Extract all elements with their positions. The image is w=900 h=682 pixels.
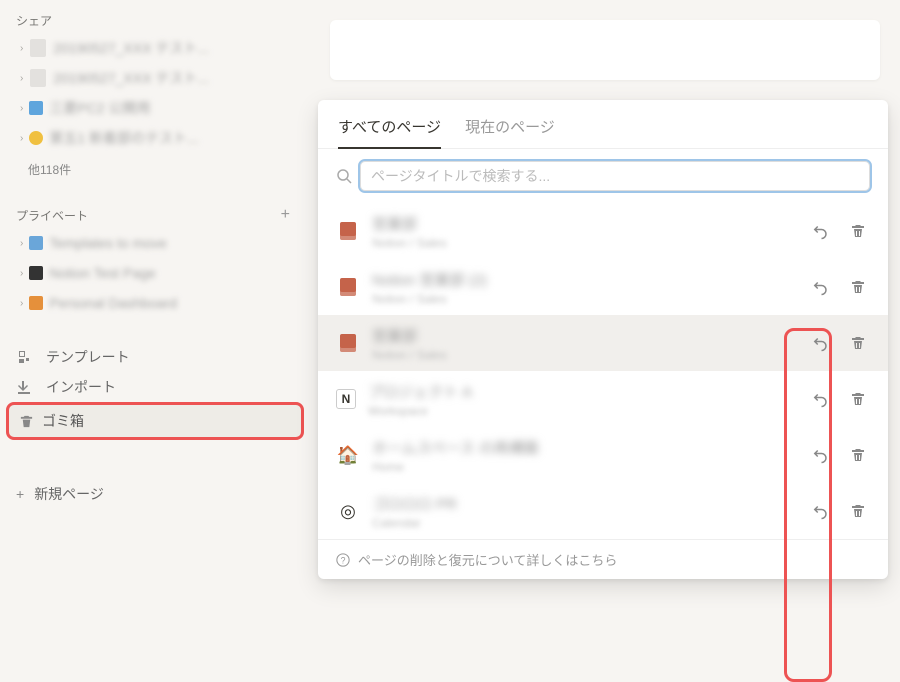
target-icon: ◎ bbox=[336, 499, 360, 523]
restore-button[interactable] bbox=[808, 275, 832, 299]
templates-label: テンプレート bbox=[46, 347, 130, 367]
page-title: 三菱PC2 公開用 bbox=[49, 98, 150, 118]
page-icon bbox=[29, 236, 43, 250]
trash-row[interactable]: N プロジェクト A Workspace bbox=[318, 371, 888, 427]
search-input[interactable] bbox=[360, 161, 870, 191]
restore-button[interactable] bbox=[808, 443, 832, 467]
templates-button[interactable]: テンプレート bbox=[0, 342, 310, 372]
sidebar-item-private[interactable]: › Notion Test Page bbox=[0, 258, 310, 288]
row-path: Home bbox=[372, 460, 796, 474]
delete-button[interactable] bbox=[846, 443, 870, 467]
sidebar-item-share[interactable]: › 20190527_XXX テスト... bbox=[0, 33, 310, 63]
row-title: 営業部 bbox=[372, 325, 796, 346]
trash-list: 営業部 Notion / Sales Notion 営業部 (2) Notion… bbox=[318, 203, 888, 539]
chevron-right-icon: › bbox=[20, 238, 23, 249]
help-label: ページの削除と復元について詳しくはこちら bbox=[358, 550, 617, 569]
page-icon bbox=[336, 219, 360, 243]
new-page-button[interactable]: + 新規ページ bbox=[0, 476, 310, 512]
plus-icon: + bbox=[16, 486, 24, 502]
trash-row[interactable]: 🏠 ホームスペース の再構築 Home bbox=[318, 427, 888, 483]
chevron-right-icon: › bbox=[20, 43, 23, 54]
sidebar-item-private[interactable]: › Personal Dashboard bbox=[0, 288, 310, 318]
page-title: Personal Dashboard bbox=[49, 295, 177, 311]
trash-label: ゴミ箱 bbox=[42, 411, 84, 431]
chevron-right-icon: › bbox=[20, 298, 23, 309]
import-button[interactable]: インポート bbox=[0, 372, 310, 402]
page-title: Notion Test Page bbox=[49, 265, 155, 281]
trash-popup: すべてのページ 現在のページ 営業部 Notion / Sales bbox=[318, 100, 888, 579]
page-icon bbox=[29, 296, 43, 310]
page-title: Templates to move bbox=[49, 235, 167, 251]
popup-tabs: すべてのページ 現在のページ bbox=[318, 112, 888, 149]
page-icon bbox=[29, 266, 43, 280]
page-title: 20190527_XXX テスト... bbox=[53, 68, 209, 88]
restore-button[interactable] bbox=[808, 387, 832, 411]
delete-button[interactable] bbox=[846, 219, 870, 243]
tab-all-pages[interactable]: すべてのページ bbox=[338, 112, 441, 149]
trash-row[interactable]: 営業部 Notion / Sales bbox=[318, 203, 888, 259]
row-title: ホームスペース の再構築 bbox=[372, 437, 796, 458]
row-path: Notion / Sales bbox=[372, 292, 796, 306]
tab-current-page[interactable]: 現在のページ bbox=[465, 112, 555, 148]
row-title: プロジェクト A bbox=[368, 381, 796, 402]
sidebar-item-private[interactable]: › Templates to move bbox=[0, 228, 310, 258]
page-icon bbox=[29, 39, 47, 57]
trash-icon bbox=[19, 414, 34, 429]
row-title: 営業部 bbox=[372, 213, 796, 234]
chevron-right-icon: › bbox=[20, 268, 23, 279]
page-icon bbox=[29, 131, 43, 145]
search-row bbox=[318, 149, 888, 203]
delete-button[interactable] bbox=[846, 275, 870, 299]
plus-icon[interactable]: + bbox=[277, 206, 294, 224]
restore-button[interactable] bbox=[808, 219, 832, 243]
chevron-right-icon: › bbox=[20, 103, 23, 114]
main-area: すべてのページ 現在のページ 営業部 Notion / Sales bbox=[310, 0, 900, 642]
page-icon bbox=[29, 101, 43, 115]
row-title: ゴロロロ PR bbox=[372, 493, 796, 514]
new-page-label: 新規ページ bbox=[34, 484, 104, 504]
trash-row[interactable]: Notion 営業部 (2) Notion / Sales bbox=[318, 259, 888, 315]
chevron-right-icon: › bbox=[20, 73, 23, 84]
trash-row[interactable]: 営業部 Notion / Sales bbox=[318, 315, 888, 371]
delete-button[interactable] bbox=[846, 387, 870, 411]
trash-button[interactable]: ゴミ箱 bbox=[6, 402, 304, 440]
row-path: Workspace bbox=[368, 404, 796, 418]
import-icon bbox=[16, 379, 36, 395]
sidebar-item-share[interactable]: › 三菱PC2 公開用 bbox=[0, 93, 310, 123]
trash-row[interactable]: ◎ ゴロロロ PR Calendar bbox=[318, 483, 888, 539]
row-path: Calendar bbox=[372, 516, 796, 530]
delete-button[interactable] bbox=[846, 499, 870, 523]
chevron-right-icon: › bbox=[20, 133, 23, 144]
share-section-label: シェア bbox=[0, 8, 310, 33]
restore-button[interactable] bbox=[808, 499, 832, 523]
sidebar-item-share[interactable]: › 第五1 新着部のテスト... bbox=[0, 123, 310, 153]
notion-icon: N bbox=[336, 389, 356, 409]
help-icon: ? bbox=[336, 553, 350, 567]
search-icon bbox=[336, 168, 352, 184]
page-title: 第五1 新着部のテスト... bbox=[49, 128, 198, 148]
page-icon bbox=[336, 275, 360, 299]
main-card bbox=[330, 20, 880, 80]
svg-text:?: ? bbox=[341, 555, 346, 565]
other-count-label[interactable]: 他118件 bbox=[0, 157, 310, 182]
page-icon bbox=[336, 331, 360, 355]
private-section-label: プライベート bbox=[16, 207, 88, 224]
row-path: Notion / Sales bbox=[372, 236, 796, 250]
row-path: Notion / Sales bbox=[372, 348, 796, 362]
page-icon bbox=[29, 69, 47, 87]
restore-button[interactable] bbox=[808, 331, 832, 355]
sidebar: シェア › 20190527_XXX テスト... › 20190527_XXX… bbox=[0, 0, 310, 642]
private-section-header: プライベート + bbox=[0, 202, 310, 228]
templates-icon bbox=[16, 349, 36, 365]
row-title: Notion 営業部 (2) bbox=[372, 269, 796, 290]
page-title: 20190527_XXX テスト... bbox=[53, 38, 209, 58]
house-icon: 🏠 bbox=[336, 443, 360, 467]
sidebar-item-share[interactable]: › 20190527_XXX テスト... bbox=[0, 63, 310, 93]
import-label: インポート bbox=[46, 377, 116, 397]
help-footer-link[interactable]: ? ページの削除と復元について詳しくはこちら bbox=[318, 539, 888, 579]
delete-button[interactable] bbox=[846, 331, 870, 355]
